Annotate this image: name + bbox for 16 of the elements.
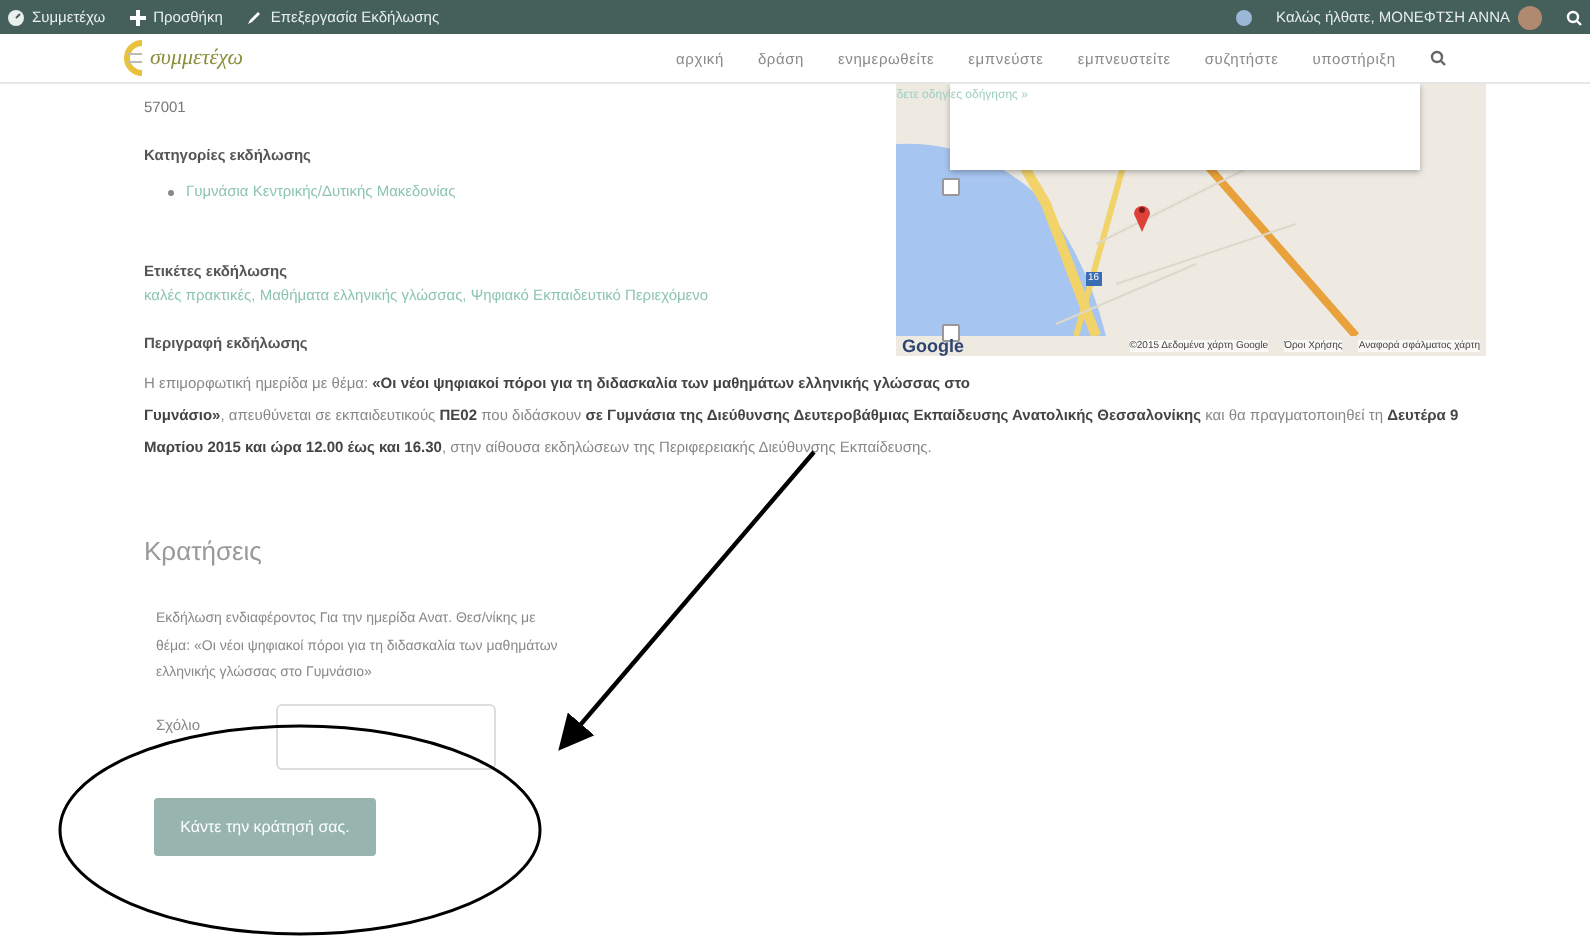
zoom-out-button[interactable] [942, 324, 960, 342]
gauge-icon [8, 9, 24, 25]
site-logo-text[interactable]: συμμετέχω [150, 46, 243, 70]
bookings-heading: Κρατήσεις [144, 536, 264, 566]
sun-logo-icon [120, 40, 144, 76]
map-pin-icon [1132, 200, 1152, 232]
zoom-in-button[interactable] [942, 178, 960, 196]
avatar-icon [1518, 5, 1542, 29]
user-badge-icon [1236, 9, 1253, 25]
comment-field[interactable] [276, 703, 496, 769]
search-icon[interactable] [1429, 50, 1446, 66]
pencil-icon [246, 9, 263, 25]
map-brand-text: Google [902, 336, 964, 356]
plus-icon [129, 9, 146, 25]
bullet-icon [168, 189, 174, 195]
booking-submit-button[interactable]: Κάντε την κράτησή σας. [154, 797, 376, 855]
